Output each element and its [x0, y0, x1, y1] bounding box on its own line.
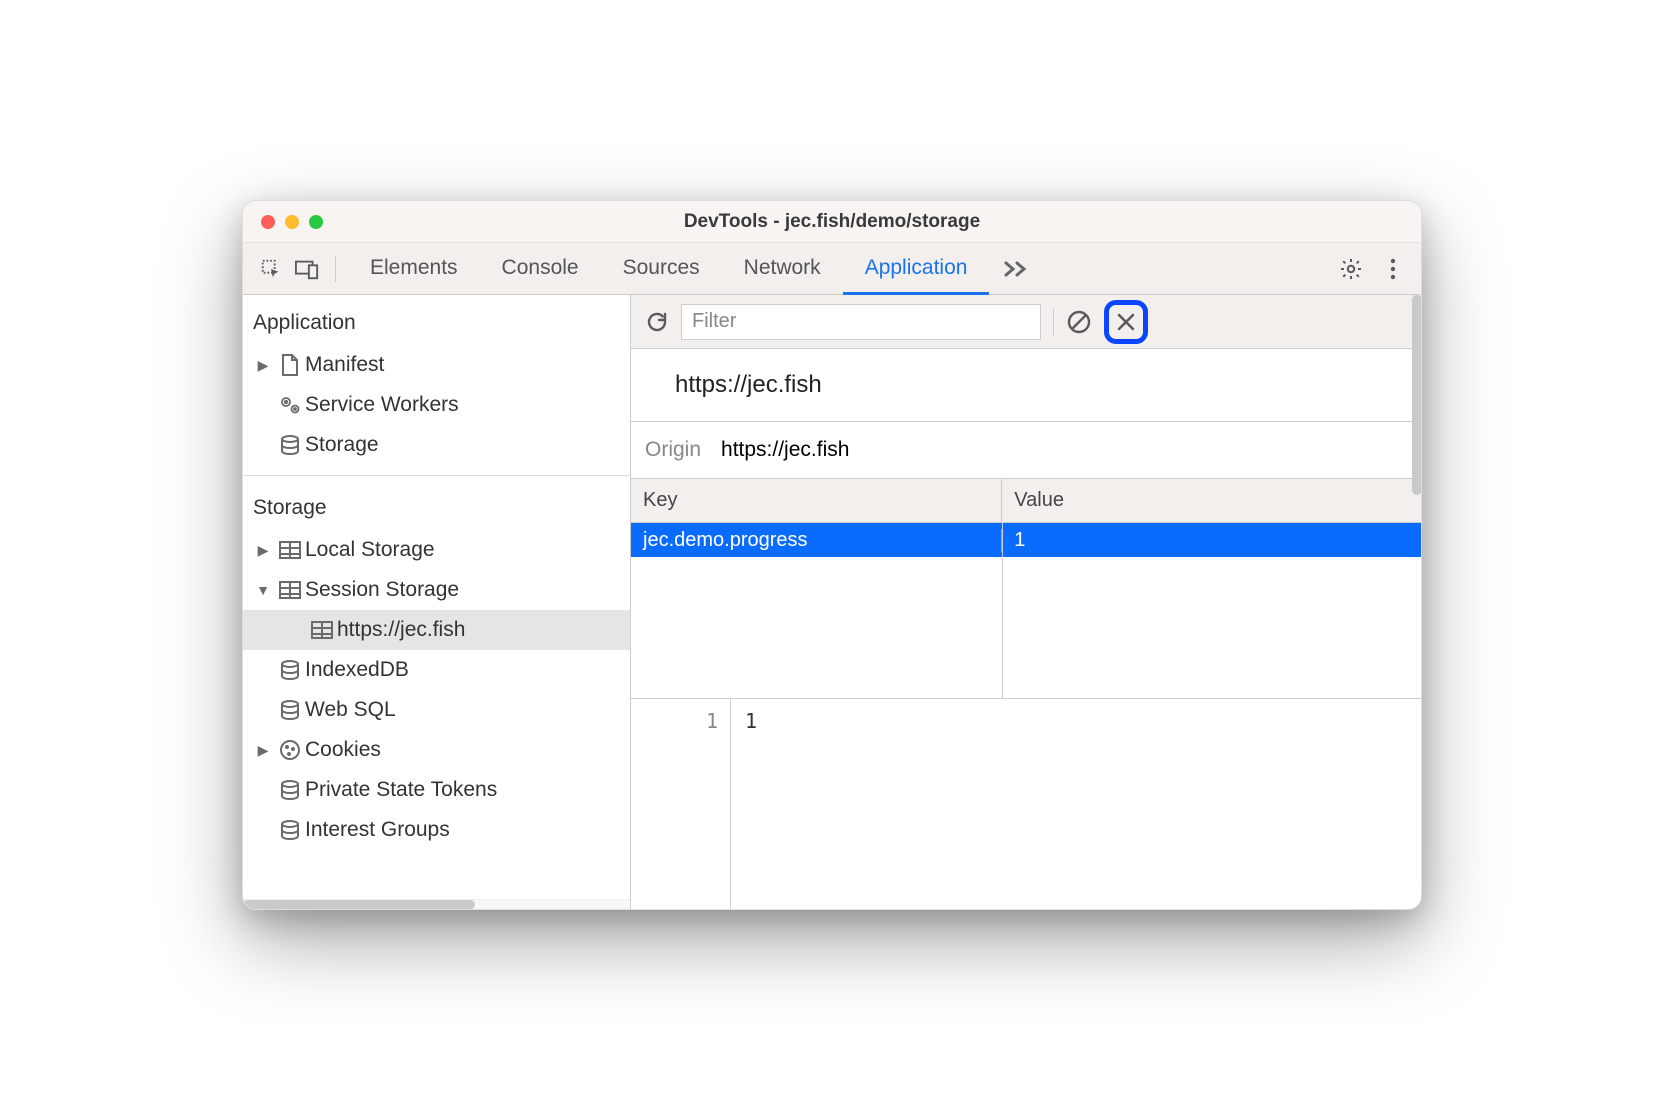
value-preview: 1 1 — [631, 699, 1421, 909]
sidebar-item-label: https://jec.fish — [337, 618, 465, 642]
kebab-menu-icon[interactable] — [1377, 253, 1409, 285]
sidebar-item-service-workers[interactable]: ▶ Service Workers — [243, 385, 630, 425]
table-row[interactable]: jec.demo.progress 1 — [631, 523, 1421, 557]
origin-label: Origin — [645, 438, 701, 462]
refresh-icon[interactable] — [645, 310, 669, 334]
table-icon — [275, 540, 305, 560]
minimize-window-icon[interactable] — [285, 215, 299, 229]
divider — [1053, 308, 1054, 336]
section-heading-storage: Storage — [243, 480, 630, 530]
database-icon — [275, 779, 305, 801]
file-icon — [275, 353, 305, 377]
filter-input[interactable] — [681, 304, 1041, 340]
origin-row: Origin https://jec.fish — [631, 422, 1421, 479]
tab-sources[interactable]: Sources — [601, 244, 722, 295]
sidebar-item-label: Local Storage — [305, 538, 435, 562]
sidebar-item-label: Session Storage — [305, 578, 459, 602]
panel-tabbar: Elements Console Sources Network Applica… — [243, 243, 1421, 295]
sidebar-item-cookies[interactable]: ▶ Cookies — [243, 730, 630, 770]
origin-title: https://jec.fish — [631, 349, 1421, 422]
table-header: Key Value — [631, 479, 1421, 523]
tab-elements[interactable]: Elements — [348, 244, 480, 295]
table-icon — [275, 580, 305, 600]
vertical-scrollbar[interactable] — [1412, 295, 1422, 495]
section-heading-application: Application — [243, 295, 630, 345]
sidebar-item-websql[interactable]: ▶ Web SQL — [243, 690, 630, 730]
inspect-element-icon[interactable] — [255, 253, 287, 285]
sidebar-item-label: Private State Tokens — [305, 778, 497, 802]
preview-line-number: 1 — [631, 699, 731, 909]
sidebar-item-session-storage[interactable]: ▼ Session Storage — [243, 570, 630, 610]
window-controls — [261, 215, 323, 229]
tab-console[interactable]: Console — [480, 244, 601, 295]
sidebar-item-label: IndexedDB — [305, 658, 409, 682]
clear-all-icon[interactable] — [1066, 309, 1092, 335]
database-icon — [275, 659, 305, 681]
database-icon — [275, 819, 305, 841]
settings-gear-icon[interactable] — [1335, 253, 1367, 285]
tab-network[interactable]: Network — [722, 244, 843, 295]
sidebar-item-interest-groups[interactable]: ▶ Interest Groups — [243, 810, 630, 850]
window-title: DevTools - jec.fish/demo/storage — [243, 211, 1421, 233]
zoom-window-icon[interactable] — [309, 215, 323, 229]
sidebar-item-label: Manifest — [305, 353, 384, 377]
origin-value: https://jec.fish — [721, 438, 849, 462]
sidebar-item-label: Web SQL — [305, 698, 396, 722]
sidebar-item-session-storage-origin[interactable]: ▶ https://jec.fish — [243, 610, 630, 650]
sidebar-item-label: Storage — [305, 433, 379, 457]
panel-tabs: Elements Console Sources Network Applica… — [348, 243, 989, 294]
storage-detail-pane: https://jec.fish Origin https://jec.fish… — [631, 295, 1421, 909]
cookie-icon — [275, 739, 305, 761]
cell-value[interactable]: 1 — [1002, 529, 1421, 552]
sidebar-item-local-storage[interactable]: ▶ Local Storage — [243, 530, 630, 570]
chevron-right-icon: ▶ — [251, 742, 275, 759]
divider — [335, 256, 336, 282]
sidebar-item-indexeddb[interactable]: ▶ IndexedDB — [243, 650, 630, 690]
storage-toolbar — [631, 295, 1421, 349]
sidebar-item-label: Service Workers — [305, 393, 459, 417]
delete-selected-icon[interactable] — [1115, 311, 1137, 333]
table-body: jec.demo.progress 1 — [631, 523, 1421, 699]
application-sidebar: Application ▶ Manifest ▶ Service Workers — [243, 295, 631, 909]
chevron-down-icon: ▼ — [251, 582, 275, 598]
sidebar-item-storage[interactable]: ▶ Storage — [243, 425, 630, 465]
horizontal-scrollbar[interactable] — [243, 899, 630, 909]
column-header-key[interactable]: Key — [631, 479, 1002, 522]
gears-icon — [275, 394, 305, 416]
cell-key[interactable]: jec.demo.progress — [631, 529, 1002, 552]
tab-application[interactable]: Application — [843, 244, 990, 295]
sidebar-item-label: Cookies — [305, 738, 381, 762]
table-icon — [307, 620, 337, 640]
sidebar-item-manifest[interactable]: ▶ Manifest — [243, 345, 630, 385]
database-icon — [275, 699, 305, 721]
close-window-icon[interactable] — [261, 215, 275, 229]
database-icon — [275, 434, 305, 456]
sidebar-item-label: Interest Groups — [305, 818, 450, 842]
chevron-right-icon: ▶ — [251, 542, 275, 559]
divider — [243, 475, 630, 476]
more-tabs-icon[interactable] — [993, 259, 1039, 279]
device-toolbar-icon[interactable] — [291, 253, 323, 285]
storage-table: Key Value jec.demo.progress 1 — [631, 479, 1421, 699]
column-header-value[interactable]: Value — [1002, 479, 1421, 522]
delete-selected-button-highlight — [1104, 300, 1148, 344]
chevron-right-icon: ▶ — [251, 357, 275, 374]
devtools-window: DevTools - jec.fish/demo/storage Element… — [242, 200, 1422, 910]
sidebar-item-private-state-tokens[interactable]: ▶ Private State Tokens — [243, 770, 630, 810]
titlebar: DevTools - jec.fish/demo/storage — [243, 201, 1421, 243]
preview-content: 1 — [731, 699, 771, 909]
